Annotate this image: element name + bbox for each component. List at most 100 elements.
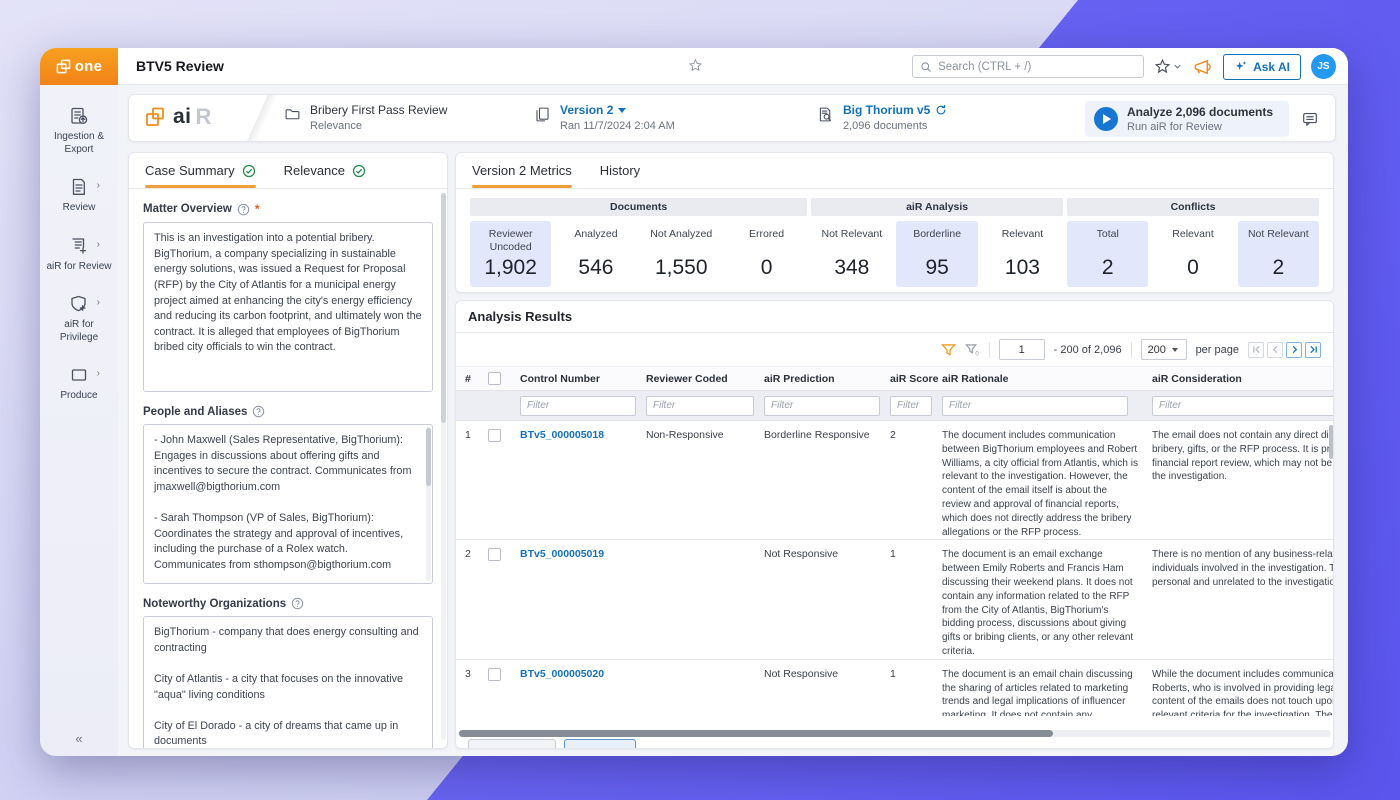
table-vertical-scrollbar[interactable] [1329, 425, 1333, 459]
field-label-row: Matter Overview* [143, 202, 433, 216]
refresh-icon[interactable] [935, 104, 947, 116]
filter-input-air-consideration[interactable] [1152, 396, 1333, 416]
saved-search-link[interactable]: Big Thorium v5 [843, 103, 947, 117]
column-header-air-consideration[interactable]: aiR Consideration [1152, 373, 1333, 385]
search-input[interactable] [938, 61, 1136, 73]
favorite-star-icon[interactable] [688, 58, 703, 73]
column-header-air-prediction[interactable]: aiR Prediction [764, 373, 890, 385]
sidebar-item-label: aiR for Review [44, 261, 114, 274]
tab-version-2-metrics[interactable]: Version 2 Metrics [472, 153, 572, 188]
field-noteworthy-organizations: Noteworthy Organizations BigThorium - com… [143, 597, 433, 749]
field-label: People and Aliases [143, 406, 247, 418]
column-header-[interactable]: # [456, 373, 482, 385]
field-textarea[interactable]: BigThorium - company that does energy co… [143, 616, 433, 749]
sidebar-item-air-for-privilege[interactable]: ›aiR for Privilege [40, 294, 118, 344]
column-header-air-score[interactable]: aiR Score [890, 373, 942, 385]
row-checkbox[interactable] [488, 548, 501, 561]
metric-conflicts-relevant[interactable]: Relevant0 [1152, 221, 1233, 287]
tab-history[interactable]: History [600, 153, 640, 188]
last-page-button[interactable] [1305, 342, 1321, 358]
metric-conflicts-not-relevant[interactable]: Not Relevant2 [1238, 221, 1319, 287]
user-avatar[interactable]: JS [1311, 54, 1336, 79]
metric-value: 0 [1187, 256, 1199, 280]
filter-icon[interactable] [941, 343, 956, 357]
select-all-checkbox[interactable] [488, 372, 501, 385]
sidebar-item-air-for-review[interactable]: › aiR for Review [40, 236, 118, 274]
filter-input-air-prediction[interactable] [764, 396, 880, 416]
help-icon[interactable] [291, 597, 304, 610]
metric-value: 1,902 [484, 256, 537, 280]
metric-air-analysis-relevant[interactable]: Relevant103 [982, 221, 1063, 287]
chevron-right-icon: › [97, 180, 100, 191]
collapse-rail-button[interactable]: « [40, 731, 118, 746]
table-footer-button[interactable] [468, 739, 556, 749]
table-row: 3BTv5_000005020Not Responsive1The docume… [456, 660, 1333, 716]
row-checkbox[interactable] [488, 668, 501, 681]
metric-documents-analyzed[interactable]: Analyzed546 [555, 221, 636, 287]
metric-documents-errored[interactable]: Errored0 [726, 221, 807, 287]
sidebar-item-produce[interactable]: ›Produce [40, 365, 118, 403]
row-checkbox-cell [482, 668, 520, 681]
next-page-button[interactable] [1286, 342, 1302, 358]
filter-input-control-number[interactable] [520, 396, 636, 416]
relativity-one-logo[interactable]: one [40, 48, 118, 85]
help-icon[interactable] [252, 405, 265, 418]
metric-air-analysis-not-relevant[interactable]: Not Relevant348 [811, 221, 892, 287]
previous-page-button[interactable] [1267, 342, 1283, 358]
version-selector[interactable]: Version 2 [560, 103, 675, 117]
logo-text: one [75, 58, 103, 75]
air-prediction-cell: Not Responsive [764, 668, 890, 680]
table-footer-button-secondary[interactable] [564, 739, 636, 749]
tab-relevance[interactable]: Relevance [284, 153, 366, 188]
column-header-air-rationale[interactable]: aiR Rationale [942, 373, 1152, 385]
filter-input-air-score[interactable] [890, 396, 932, 416]
field-label: Noteworthy Organizations [143, 598, 286, 610]
filter-input-reviewer-coded[interactable] [646, 396, 754, 416]
metric-documents-reviewer-uncoded[interactable]: Reviewer Uncoded1,902 [470, 221, 551, 287]
announcements-icon[interactable] [1192, 58, 1213, 76]
textarea-scrollbar[interactable] [426, 427, 431, 581]
analyze-documents-button[interactable]: Analyze 2,096 documents Run aiR for Revi… [1085, 101, 1289, 137]
favorites-star-icon[interactable] [1154, 58, 1171, 75]
version-subtitle: Ran 11/7/2024 2:04 AM [560, 120, 675, 132]
filter-cell [646, 395, 764, 416]
panel-scrollbar[interactable] [441, 193, 446, 740]
metric-value: 95 [925, 256, 948, 280]
control-number-link[interactable]: BTv5_000005020 [520, 668, 646, 680]
feedback-icon[interactable] [1301, 110, 1319, 128]
chevron-right-icon: › [97, 239, 100, 250]
page-number-input[interactable] [999, 339, 1045, 360]
row-checkbox-cell [482, 548, 520, 561]
control-number-link[interactable]: BTv5_000005018 [520, 429, 646, 441]
help-icon[interactable] [237, 203, 250, 216]
air-consideration-cell: While the document includes communicatio… [1152, 668, 1333, 716]
sidebar-item-review[interactable]: ›Review [40, 177, 118, 215]
field-textarea[interactable]: - John Maxwell (Sales Representative, Bi… [143, 424, 433, 584]
air-review-icon: › [69, 236, 89, 256]
tab-case-summary[interactable]: Case Summary [145, 153, 256, 188]
favorites-chevron-icon[interactable] [1173, 62, 1182, 71]
metric-group-conflicts: Conflicts [1067, 198, 1319, 216]
ask-ai-button[interactable]: Ask AI [1223, 54, 1301, 80]
field-textarea[interactable]: This is an investigation into a potentia… [143, 222, 433, 392]
clear-filter-icon[interactable]: 0 [965, 343, 980, 357]
row-checkbox[interactable] [488, 429, 501, 442]
table-horizontal-scrollbar[interactable] [458, 730, 1331, 737]
first-page-button[interactable] [1248, 342, 1264, 358]
column-header-reviewer-coded[interactable]: Reviewer Coded [646, 373, 764, 385]
page-size-select[interactable]: 200 [1141, 339, 1187, 360]
control-number-link[interactable]: BTv5_000005019 [520, 548, 646, 560]
version-caret-icon [618, 108, 626, 113]
metric-air-analysis-borderline[interactable]: Borderline95 [896, 221, 977, 287]
filter-input-air-rationale[interactable] [942, 396, 1128, 416]
metric-documents-not-analyzed[interactable]: Not Analyzed1,550 [641, 221, 722, 287]
header-checkbox-cell [482, 372, 520, 385]
metric-label: Errored [749, 228, 784, 241]
metric-label: Not Relevant [821, 228, 882, 241]
field-people-and-aliases: People and Aliases - John Maxwell (Sales … [143, 405, 433, 584]
sidebar-item-ingestion-export[interactable]: Ingestion & Export [40, 106, 118, 156]
metric-conflicts-total[interactable]: Total2 [1067, 221, 1148, 287]
column-header-control-number[interactable]: Control Number [520, 373, 646, 385]
global-search[interactable] [912, 55, 1144, 78]
play-icon [1094, 107, 1118, 131]
